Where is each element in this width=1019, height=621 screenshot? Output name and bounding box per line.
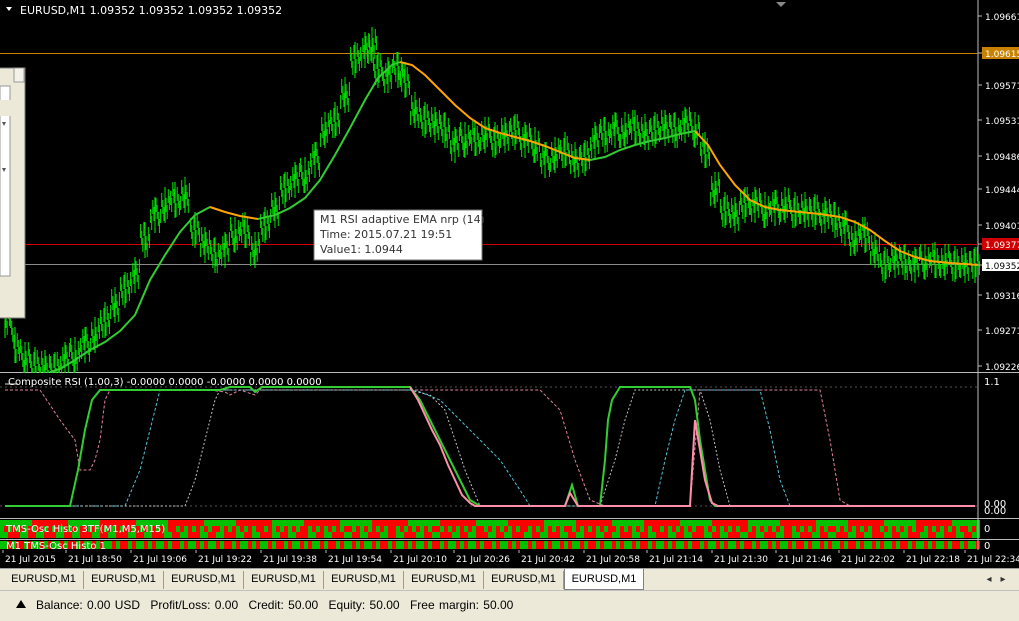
tooltip-line-1: M1 RSI adaptive EMA nrp (14) (320, 213, 485, 226)
chart-tab[interactable]: EURUSD,M1 (324, 571, 404, 589)
chart-tab[interactable]: EURUSD,M1 (244, 571, 324, 589)
panel-close-icon[interactable] (13, 67, 25, 83)
tooltip-line-2: Time: 2015.07.21 19:51 (319, 228, 452, 241)
chart-tab[interactable]: EURUSD,M1 (564, 569, 644, 590)
time-axis-label: 21 Jul 18:50 (68, 555, 122, 565)
time-axis-label: 21 Jul 21:46 (778, 555, 832, 565)
price-axis-label: 1.09377 (985, 241, 1019, 251)
status-bar: Balance: 0.00 USD Profit/Loss: 0.00 Cred… (0, 590, 1019, 621)
time-axis-label: 21 Jul 22:34 (967, 555, 1019, 565)
price-axis-label: 1.09352 (985, 262, 1019, 272)
tab-scroll-right-icon[interactable]: ▸ (998, 572, 1008, 587)
chart-tab[interactable]: EURUSD,M1 (4, 571, 84, 589)
credit-value: Credit: 50.00 (248, 598, 319, 612)
price-axis-label: 1.09531 (985, 117, 1019, 127)
time-axis-label: 21 Jul 20:26 (456, 555, 510, 565)
price-axis-label: 1.09571 (985, 82, 1019, 92)
indicator-tooltip: M1 RSI adaptive EMA nrp (14) Time: 2015.… (313, 209, 485, 261)
composite-rsi-pane[interactable]: Composite RSI (1.00,3) -0.0000 0.0000 -0… (0, 373, 1019, 519)
price-axis: 1.09661 1.09615 1.09571 1.09531 1.09486 1.094… (978, 13, 1019, 373)
tooltip-line-3: Value1: 1.0944 (320, 243, 403, 256)
price-axis-label: 1.09486 (985, 153, 1019, 163)
tms-osc-histo-3tf-pane[interactable]: TMS-Osc Histo 3TF(M1,M5,M15) 0 (0, 519, 1019, 540)
mt4-terminal: EURUSD,M1 1.09352 1.09352 1.09352 1.0935… (0, 0, 1019, 621)
chart-symbol-title: EURUSD,M1 1.09352 1.09352 1.09352 1.0935… (20, 4, 282, 17)
time-axis-label: 21 Jul 19:54 (328, 555, 382, 565)
equity-value: Equity: 50.00 (328, 598, 400, 612)
price-axis-label: 1.09661 (985, 13, 1019, 23)
chart-window[interactable]: EURUSD,M1 1.09352 1.09352 1.09352 1.0935… (0, 0, 1019, 568)
time-axis-label: 21 Jul 19:06 (133, 555, 187, 565)
chart-tab[interactable]: EURUSD,M1 (164, 571, 244, 589)
tab-scroll-left-icon[interactable]: ◂ (984, 572, 994, 587)
price-axis-label: 1.09444 (985, 186, 1019, 196)
indicator-title-tms-3tf: TMS-Osc Histo 3TF(M1,M5,M15) (5, 524, 165, 535)
time-axis-label: 21 Jul 22:02 (841, 555, 895, 565)
profit-loss-value: Profit/Loss: 0.00 (150, 598, 239, 612)
indicator-title-composite-rsi: Composite RSI (1.00,3) -0.0000 0.0000 -0… (8, 377, 322, 388)
time-axis-label: 21 Jul 19:22 (198, 555, 252, 565)
price-axis-label: 1.09316 (985, 292, 1019, 302)
chart-canvas[interactable]: EURUSD,M1 1.09352 1.09352 1.09352 1.0935… (0, 0, 1019, 568)
price-axis-label: 1.09615 (985, 50, 1019, 60)
price-axis-label: 1.09271 (985, 327, 1019, 337)
indicator-axis-top: 1.1 (984, 377, 1000, 388)
balance-value: Balance: 0.00 USD (36, 598, 141, 612)
time-axis-label: 21 Jul 19:38 (263, 555, 317, 565)
time-axis: 21 Jul 2015 21 Jul 18:50 21 Jul 19:06 21 Ju… (0, 550, 1019, 568)
floating-panel[interactable] (0, 67, 26, 319)
time-axis-label: 21 Jul 21:30 (714, 555, 768, 565)
histogram-m1-bars (0, 541, 980, 549)
tms-3tf-axis: 0 (984, 524, 990, 535)
price-pane[interactable]: EURUSD,M1 1.09352 1.09352 1.09352 1.0935… (0, 0, 1019, 388)
time-axis-label: 21 Jul 20:58 (586, 555, 640, 565)
free-margin-value: Free margin: 50.00 (409, 598, 514, 612)
chart-tab-bar: EURUSD,M1 EURUSD,M1 EURUSD,M1 EURUSD,M1 EURU… (0, 568, 1019, 590)
chart-tab[interactable]: EURUSD,M1 (84, 571, 164, 589)
price-axis-label: 1.09401 (985, 222, 1019, 232)
time-axis-label: 21 Jul 20:42 (521, 555, 575, 565)
account-summary: Balance: 0.00 USD Profit/Loss: 0.00 Cred… (36, 598, 519, 612)
time-axis-label: 21 Jul 22:18 (906, 555, 960, 565)
indicator-axis-bottom-2: 0.00 (984, 506, 1006, 517)
chart-tab[interactable]: EURUSD,M1 (484, 571, 564, 589)
time-axis-label: 21 Jul 20:10 (393, 555, 447, 565)
price-axis-label: 1.09226 (985, 363, 1019, 373)
time-axis-label: 21 Jul 21:14 (649, 555, 703, 565)
chart-tab[interactable]: EURUSD,M1 (404, 571, 484, 589)
time-axis-label: 21 Jul 2015 (5, 555, 56, 565)
account-triangle-icon (16, 600, 26, 608)
